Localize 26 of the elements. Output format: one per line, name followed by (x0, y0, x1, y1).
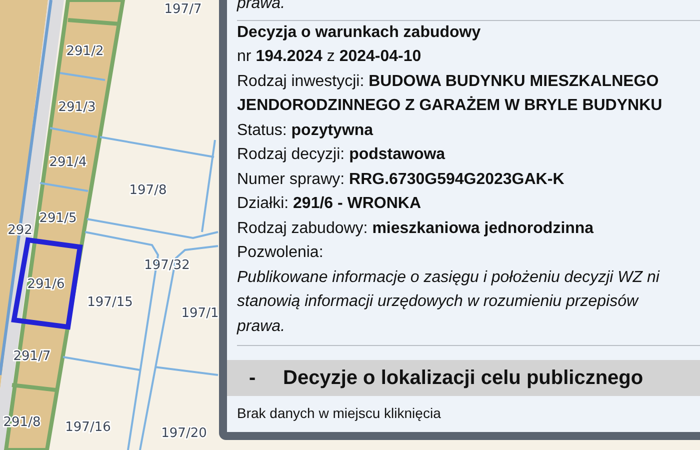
decision-title: Decyzja o warunkach zabudowy (237, 22, 481, 42)
field-text: JENDORODZINNEGO Z GARAŻEM W BRYLE BUDYNKU (237, 95, 662, 116)
field-text: Rodzaj zabudowy: mieszkaniowa jednorodzinna (237, 218, 594, 238)
field-text: Pozwolenia: (237, 243, 324, 263)
parcel-label: 197/16 (65, 420, 111, 435)
parcel-label: 197/8 (129, 183, 167, 198)
notice-text: stanowią informacji urzędowych w rozumieniu przepisów (237, 292, 638, 312)
empty-message: Brak danych w miejscu kliknięcia (237, 404, 442, 422)
notice-text: Publikowane informacje o zasięgu i położeniu decyzji WZ ni (237, 268, 660, 288)
parcel-label: 197/15 (87, 295, 133, 310)
parcel-label: 291/2 (66, 44, 104, 59)
field-text: Działki: 291/6 - WRONKA (237, 194, 422, 214)
parcel-label: 291/4 (49, 155, 87, 170)
decision-number: nr 194.2024 z 2024-04-10 (237, 47, 422, 67)
field-text: Rodzaj inwestycji: BUDOWA BUDYNKU MIESZKALNEGO (237, 72, 659, 92)
parcel-label: 197/20 (161, 426, 207, 441)
parcel-label: 197/7 (164, 2, 202, 17)
field-text: Numer sprawy: RRG.6730G594G2023GAK-K (237, 170, 564, 190)
section-title: Decyzje o lokalizacji celu publicznego (283, 366, 644, 390)
field-text: Status: pozytywna (237, 120, 374, 140)
collapse-toggle[interactable]: - (227, 366, 283, 390)
notice-text: prawa. (237, 316, 286, 336)
parcel-label: 291/5 (39, 211, 77, 226)
parcel-label: 291/3 (58, 100, 96, 115)
parcel-label: 197/1 (181, 306, 219, 321)
field-text: Rodzaj decyzji: podstawowa (237, 145, 446, 165)
